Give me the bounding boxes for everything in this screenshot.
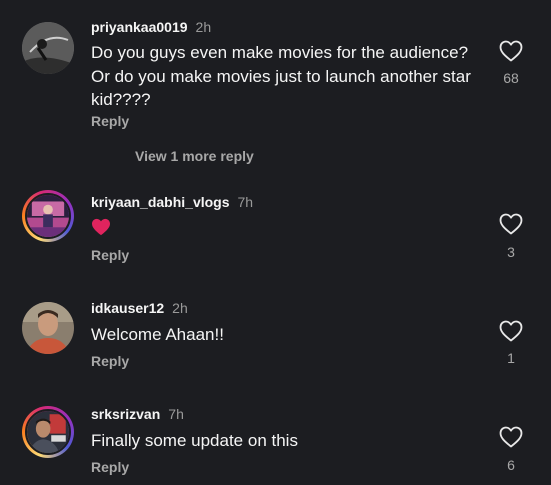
like-count: 6 xyxy=(507,457,515,473)
timestamp: 2h xyxy=(195,19,212,35)
username[interactable]: priyankaa0019 xyxy=(91,19,188,35)
timestamp: 7h xyxy=(237,194,254,210)
like-count: 3 xyxy=(507,244,515,260)
like-count: 1 xyxy=(507,350,515,366)
heart-outline-icon xyxy=(499,320,523,342)
reply-button[interactable]: Reply xyxy=(91,353,129,369)
like-button[interactable] xyxy=(499,40,523,62)
username[interactable]: srksrizvan xyxy=(91,406,160,422)
comment-meta: priyankaa0019 2h xyxy=(91,19,211,35)
timestamp: 2h xyxy=(172,300,188,316)
comment-text: Welcome Ahaan!! xyxy=(91,325,224,344)
timestamp: 7h xyxy=(168,406,184,422)
comment-text: Do you guys even make movies for the aud… xyxy=(91,43,471,109)
view-more-replies-button[interactable]: View 1 more reply xyxy=(135,148,254,164)
avatar[interactable] xyxy=(22,190,74,242)
like-count: 68 xyxy=(503,70,519,86)
reply-button[interactable]: Reply xyxy=(91,113,129,129)
username[interactable]: kriyaan_dabhi_vlogs xyxy=(91,194,230,210)
like-button[interactable] xyxy=(499,320,523,342)
heart-outline-icon xyxy=(499,40,523,62)
username[interactable]: idkauser12 xyxy=(91,300,164,316)
like-button[interactable] xyxy=(499,426,523,448)
comment-meta: srksrizvan 7h xyxy=(91,406,184,422)
heart-outline-icon xyxy=(499,213,523,235)
comment-meta: idkauser12 2h xyxy=(91,300,188,316)
avatar[interactable] xyxy=(22,302,74,354)
reply-button[interactable]: Reply xyxy=(91,247,129,263)
avatar[interactable] xyxy=(22,22,74,74)
avatar[interactable] xyxy=(22,406,74,458)
heart-outline-icon xyxy=(499,426,523,448)
reply-button[interactable]: Reply xyxy=(91,459,129,475)
like-button[interactable] xyxy=(499,213,523,235)
comment-text xyxy=(91,218,486,243)
comment-meta: kriyaan_dabhi_vlogs 7h xyxy=(91,194,253,210)
red-heart-emoji xyxy=(92,218,110,236)
comment-text: Finally some update on this xyxy=(91,431,298,450)
